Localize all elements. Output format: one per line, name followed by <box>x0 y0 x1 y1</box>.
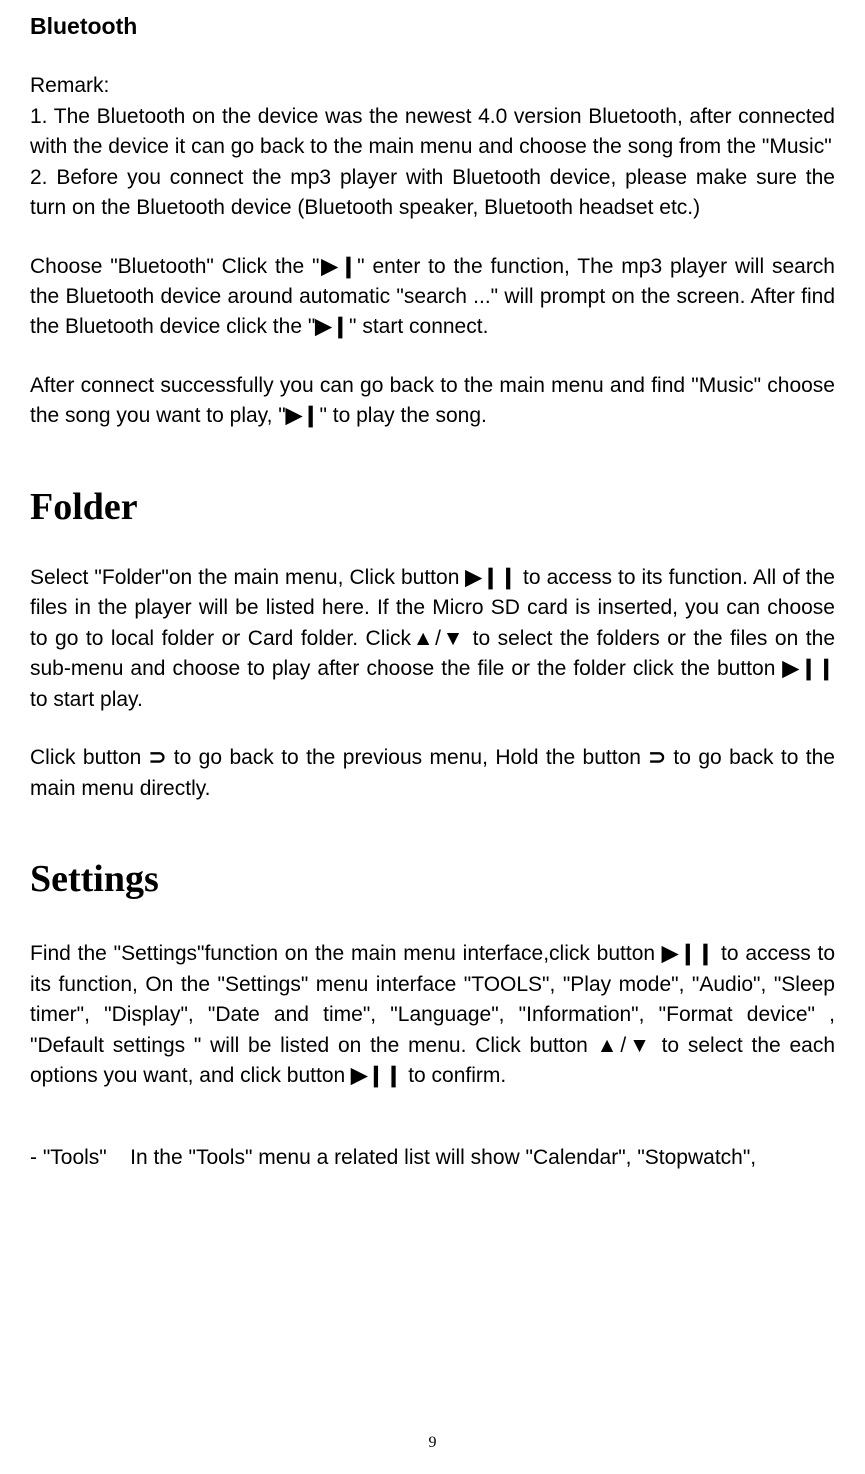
text-gap <box>107 1146 130 1169</box>
text-segment: to start play. <box>30 688 143 711</box>
remark-label: Remark: <box>30 74 109 97</box>
text-segment: " to play the song. <box>319 404 486 427</box>
text-segment: to go back to the previous menu, Hold th… <box>174 746 641 769</box>
play-pause-icon: ▶❙❙ <box>782 657 835 680</box>
bluetooth-after-para: After connect successfully you can go ba… <box>30 371 835 432</box>
text-segment: Find the "Settings"function on the main … <box>30 942 662 965</box>
text-segment: " start connect. <box>349 315 488 338</box>
remark-item-1: 1. The Bluetooth on the device was the n… <box>30 105 835 158</box>
settings-heading: Settings <box>30 852 835 907</box>
folder-para-2: Click button ⊃ to go back to the previou… <box>30 743 835 804</box>
text-segment: to confirm. <box>402 1064 506 1087</box>
remark-block: Remark: 1. The Bluetooth on the device w… <box>30 71 835 223</box>
play-pause-icon: ▶❙❙ <box>351 1064 402 1087</box>
bluetooth-choose-para: Choose "Bluetooth" Click the "▶❙" enter … <box>30 252 835 343</box>
text-segment: Choose "Bluetooth" Click the " <box>30 255 319 278</box>
folder-heading: Folder <box>30 480 835 535</box>
play-pause-icon: ▶❙❙ <box>465 566 517 589</box>
settings-para-1: Find the "Settings"function on the main … <box>30 939 835 1091</box>
remark-item-2: 2. Before you connect the mp3 player wit… <box>30 166 835 219</box>
folder-para-1: Select "Folder"on the main menu, Click b… <box>30 563 835 715</box>
text-segment: In the "Tools" menu a related list will … <box>130 1146 756 1169</box>
play-pause-icon: ▶❙❙ <box>662 942 714 965</box>
play-pause-icon: ▶❙ <box>319 255 357 278</box>
back-icon: ⊃ <box>648 746 666 769</box>
tools-para: - "Tools" In the "Tools" menu a related … <box>30 1143 835 1173</box>
text-segment: - "Tools" <box>30 1146 107 1169</box>
back-icon: ⊃ <box>149 746 167 769</box>
bluetooth-heading: Bluetooth <box>30 10 835 43</box>
text-segment: Click button <box>30 746 149 769</box>
play-pause-icon: ▶❙ <box>315 315 349 338</box>
play-pause-icon: ▶❙ <box>286 404 320 427</box>
text-segment: Select "Folder"on the main menu, Click b… <box>30 566 465 589</box>
page-number: 9 <box>0 1431 865 1454</box>
